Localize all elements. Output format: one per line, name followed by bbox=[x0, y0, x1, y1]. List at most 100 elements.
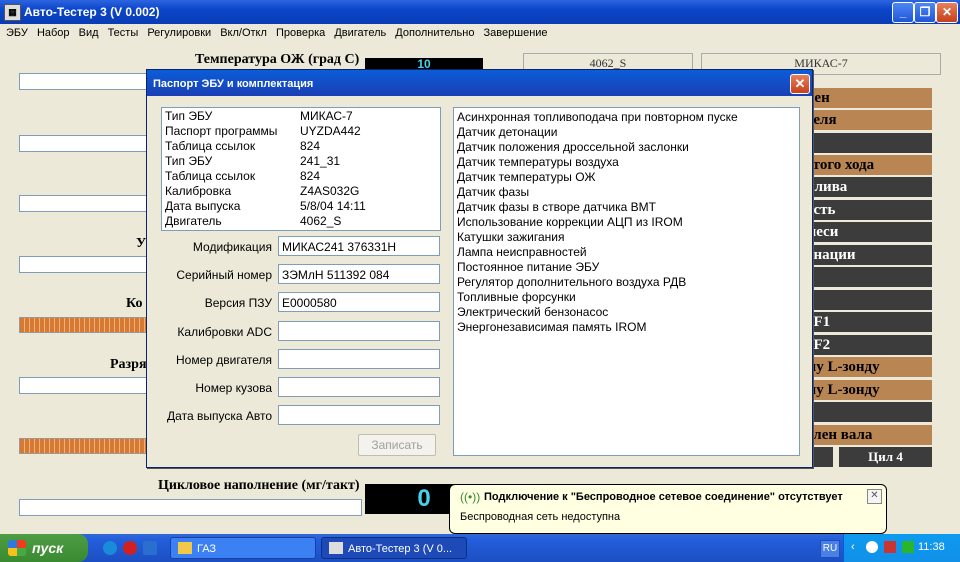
start-label: пуск bbox=[32, 540, 64, 556]
taskbar-item-folder[interactable]: ГАЗ bbox=[170, 537, 316, 559]
menu-check[interactable]: Проверка bbox=[270, 24, 325, 39]
menu-adjustments[interactable]: Регулировки bbox=[141, 24, 211, 39]
right-button[interactable]: лен bbox=[800, 88, 932, 108]
right-button[interactable]: 3F2 bbox=[800, 335, 932, 355]
progress-bar bbox=[19, 438, 149, 454]
list-item[interactable]: Регулятор дополнительного воздуха РДВ bbox=[457, 275, 686, 289]
right-button[interactable]: теля bbox=[800, 110, 932, 130]
list-item[interactable]: Топливные форсунки bbox=[457, 290, 576, 304]
menu-ecu[interactable]: ЭБУ bbox=[0, 24, 28, 39]
menu-extra[interactable]: Дополнительно bbox=[389, 24, 474, 39]
list-item[interactable]: Лампа неисправностей bbox=[457, 245, 587, 259]
write-button[interactable]: Записать bbox=[358, 434, 436, 456]
gauge-field bbox=[19, 73, 149, 90]
right-button[interactable]: му L-зонду bbox=[800, 380, 932, 400]
list-item[interactable]: Датчик фазы в створе датчика ВМТ bbox=[457, 200, 656, 214]
right-button[interactable]: онации bbox=[800, 245, 932, 265]
menu-set[interactable]: Набор bbox=[31, 24, 70, 39]
list-item[interactable]: Энергонезависимая память IROM bbox=[457, 320, 646, 334]
right-button[interactable]: стого хода bbox=[800, 155, 932, 175]
list-item[interactable]: Датчик детонации bbox=[457, 125, 557, 139]
rom-version-label: Версия ПЗУ bbox=[204, 296, 272, 310]
vehicle-date-input[interactable] bbox=[278, 405, 440, 425]
list-item[interactable]: Асинхронная топливоподача при повторном … bbox=[457, 110, 738, 124]
list-item[interactable]: Датчик температуры воздуха bbox=[457, 155, 619, 169]
ecu-info-list: Тип ЭБУ МИКАС-7 Паспорт программы UYZDA442… bbox=[161, 107, 441, 231]
list-item[interactable]: Электрический бензонасос bbox=[457, 305, 608, 319]
monitor-icon bbox=[329, 542, 343, 554]
partial-label: Ко bbox=[126, 296, 143, 311]
adc-calibration-input[interactable] bbox=[278, 321, 440, 341]
progress-bar bbox=[19, 317, 149, 333]
dialog-title: Паспорт ЭБУ и комплектация bbox=[153, 78, 314, 90]
list-item[interactable]: Использование коррекции АЦП из IROM bbox=[457, 215, 683, 229]
adc-calibration-label: Калибровки ADC bbox=[177, 325, 272, 339]
right-button[interactable]: олен вала bbox=[800, 425, 932, 445]
wireless-network-icon[interactable] bbox=[866, 541, 878, 553]
menu-view[interactable]: Вид bbox=[73, 24, 99, 39]
right-button[interactable] bbox=[800, 133, 932, 153]
clock: 11:38 bbox=[918, 541, 945, 553]
modification-label: Модификация bbox=[192, 240, 272, 254]
features-list[interactable]: Асинхронная топливоподача при повторном … bbox=[453, 107, 800, 456]
cylinder-4-button[interactable]: Цил 4 bbox=[839, 447, 932, 467]
list-item[interactable]: Датчик температуры ОЖ bbox=[457, 170, 595, 184]
list-item[interactable]: Датчик положения дроссельной заслонки bbox=[457, 140, 689, 154]
wireless-network-icon: ((•)) bbox=[460, 490, 481, 504]
monitor-icon: ▦ bbox=[4, 4, 21, 21]
windows-logo-icon bbox=[8, 540, 26, 556]
right-button[interactable]: меси bbox=[800, 222, 932, 242]
gauge-field bbox=[19, 195, 149, 212]
taskbar-item-autotester[interactable]: Авто-Тестер 3 (V 0... bbox=[321, 537, 467, 559]
right-button[interactable] bbox=[800, 290, 932, 310]
serial-number-input[interactable]: ЗЭМлН 511392 084 bbox=[278, 264, 440, 284]
right-button[interactable] bbox=[800, 402, 932, 422]
minimize-button[interactable]: _ bbox=[892, 2, 914, 23]
vehicle-date-label: Дата выпуска Авто bbox=[167, 409, 272, 423]
battery-icon[interactable] bbox=[902, 541, 914, 553]
list-item[interactable]: Датчик фазы bbox=[457, 185, 529, 199]
list-item[interactable]: Постоянное питание ЭБУ bbox=[457, 260, 599, 274]
right-button[interactable]: плива bbox=[800, 177, 932, 197]
partial-label: Разря bbox=[110, 357, 147, 372]
start-button[interactable]: пуск bbox=[0, 534, 88, 562]
menu-engine[interactable]: Двигатель bbox=[328, 24, 386, 39]
engine-number-input[interactable] bbox=[278, 349, 440, 369]
dialog-title-bar: Паспорт ЭБУ и комплектация ✕ bbox=[147, 70, 812, 96]
body-number-input[interactable] bbox=[278, 377, 440, 397]
serial-number-label: Серийный номер bbox=[176, 268, 272, 282]
chevron-left-icon[interactable]: ‹ bbox=[851, 541, 863, 553]
right-button[interactable]: му L-зонду bbox=[800, 357, 932, 377]
dialog-close-button[interactable]: ✕ bbox=[790, 74, 810, 94]
media-player-icon[interactable] bbox=[103, 541, 117, 555]
right-button[interactable] bbox=[800, 267, 932, 287]
opera-icon[interactable] bbox=[123, 541, 137, 555]
menu-bar: ЭБУ Набор Вид Тесты Регулировки Вкл/Откл… bbox=[0, 24, 960, 42]
folder-icon bbox=[178, 542, 192, 554]
network-error-icon[interactable] bbox=[884, 541, 896, 553]
balloon-close-button[interactable]: ✕ bbox=[867, 489, 882, 504]
menu-on-off[interactable]: Вкл/Откл bbox=[214, 24, 267, 39]
right-button[interactable]: ость bbox=[800, 200, 932, 220]
list-item[interactable]: Катушки зажигания bbox=[457, 230, 564, 244]
close-button[interactable]: ✕ bbox=[936, 2, 958, 23]
language-indicator[interactable]: RU bbox=[820, 540, 840, 558]
notification-balloon: ((•)) Подключение к "Беспроводное сетево… bbox=[449, 484, 887, 534]
menu-tests[interactable]: Тесты bbox=[102, 24, 139, 39]
engine-number-label: Номер двигателя bbox=[175, 353, 272, 367]
rom-version-input[interactable]: E0000580 bbox=[278, 292, 440, 312]
balloon-message: Беспроводная сеть недоступна bbox=[460, 511, 621, 523]
maximize-button[interactable]: ❐ bbox=[914, 2, 936, 23]
internet-explorer-icon[interactable] bbox=[143, 541, 157, 555]
gauge-field bbox=[19, 256, 149, 273]
cyclic-fill-label: Цикловое наполнение (мг/такт) bbox=[158, 478, 360, 493]
balloon-title: Подключение к "Беспроводное сетевое соед… bbox=[484, 491, 843, 503]
menu-finish[interactable]: Завершение bbox=[478, 24, 548, 39]
right-button[interactable]: 3F1 bbox=[800, 312, 932, 332]
title-bar: ▦ Авто-Тестер 3 (V 0.002) _ ❐ ✕ bbox=[0, 0, 960, 24]
cyclic-fill-field bbox=[19, 499, 362, 516]
modification-input[interactable]: МИКАС241 376331H bbox=[278, 236, 440, 256]
partial-label: У bbox=[136, 236, 147, 251]
ecu-passport-dialog: Паспорт ЭБУ и комплектация ✕ Тип ЭБУ МИКА… bbox=[146, 69, 813, 468]
gauge-field bbox=[19, 135, 149, 152]
